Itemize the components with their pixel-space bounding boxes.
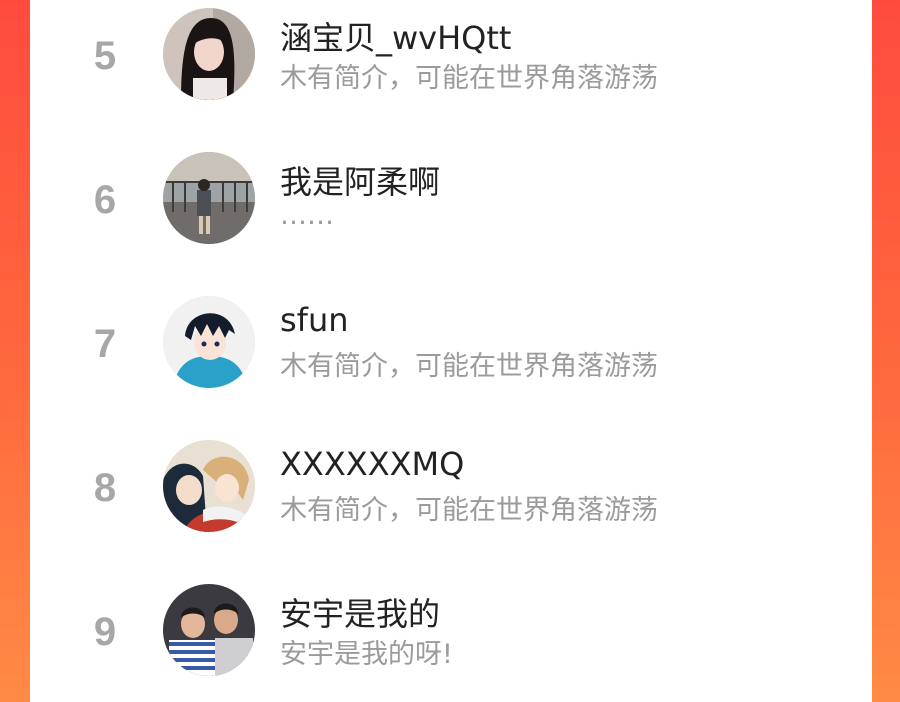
leaderboard-row[interactable]: 6 我是阿柔啊 …… <box>30 142 872 262</box>
user-avatar[interactable] <box>163 8 255 100</box>
user-avatar[interactable] <box>163 296 255 388</box>
user-name[interactable]: 我是阿柔啊 <box>280 157 440 203</box>
user-avatar[interactable] <box>163 440 255 532</box>
user-bio: 木有简介，可能在世界角落游荡 <box>280 63 658 94</box>
avatar-girl-photo-icon <box>163 8 255 100</box>
user-name[interactable]: 涵宝贝_wvHQtt <box>280 13 511 59</box>
leaderboard-panel: 5 涵宝贝_wvHQtt 木有简介，可能在世界角落游荡 6 我是阿柔啊 …… 7… <box>30 0 872 702</box>
rank-number: 5 <box>93 34 117 78</box>
leaderboard-row[interactable]: 8 XXXXXXMQ 木有简介，可能在世界角落游荡 <box>30 430 872 550</box>
user-name[interactable]: XXXXXXMQ <box>280 445 464 483</box>
avatar-anime-boy-icon <box>163 296 255 388</box>
user-bio: 木有简介，可能在世界角落游荡 <box>280 495 658 526</box>
rank-number: 9 <box>93 610 117 654</box>
rank-number: 6 <box>93 178 117 222</box>
leaderboard-row[interactable]: 9 安宇是我的 安宇是我的呀! <box>30 574 872 694</box>
user-name[interactable]: 安宇是我的 <box>280 589 440 635</box>
user-bio: 木有简介，可能在世界角落游荡 <box>280 351 658 382</box>
user-name[interactable]: sfun <box>280 301 349 339</box>
avatar-anime-couple-icon <box>163 440 255 532</box>
rank-number: 8 <box>93 466 117 510</box>
user-bio: …… <box>280 200 334 231</box>
leaderboard-row[interactable]: 7 sfun 木有简介，可能在世界角落游荡 <box>30 286 872 406</box>
avatar-two-boys-photo-icon <box>163 584 255 676</box>
user-avatar[interactable] <box>163 152 255 244</box>
user-bio: 安宇是我的呀! <box>280 639 453 670</box>
rank-number: 7 <box>93 322 117 366</box>
leaderboard-row[interactable]: 5 涵宝贝_wvHQtt 木有简介，可能在世界角落游荡 <box>30 0 872 118</box>
user-avatar[interactable] <box>163 584 255 676</box>
avatar-street-photo-icon <box>163 152 255 244</box>
